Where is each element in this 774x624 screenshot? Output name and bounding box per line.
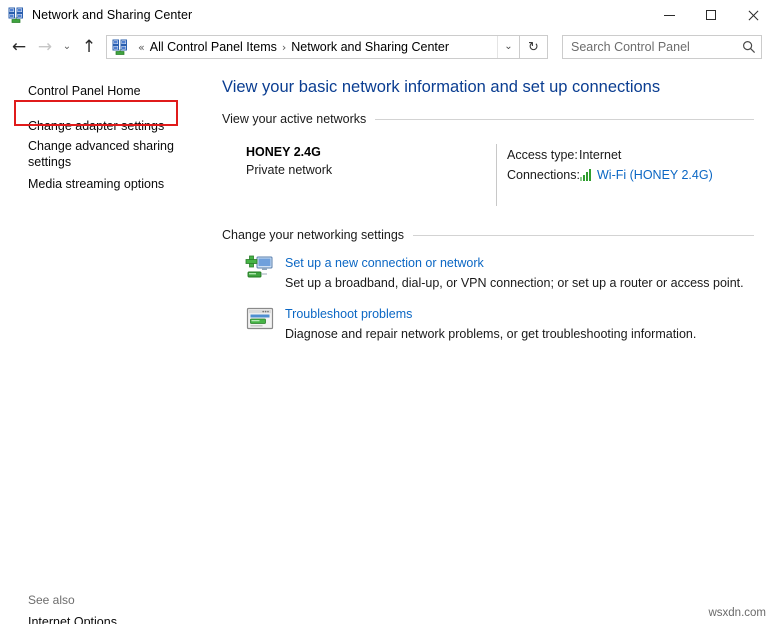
link-set-up-new-connection[interactable]: Set up a new connection or network bbox=[285, 255, 744, 272]
active-networks-section-header: View your active networks bbox=[222, 112, 754, 126]
access-type-value: Internet bbox=[579, 148, 622, 162]
troubleshoot-icon bbox=[244, 305, 276, 337]
access-type-label: Access type: bbox=[507, 148, 578, 162]
forward-button[interactable]: → bbox=[32, 34, 58, 60]
address-network-icon bbox=[112, 39, 128, 55]
setting-text-troubleshoot: Troubleshoot problems Diagnose and repai… bbox=[285, 304, 696, 344]
back-button[interactable]: ← bbox=[6, 34, 32, 60]
breadcrumb-network-and-sharing-center[interactable]: Network and Sharing Center bbox=[291, 40, 449, 54]
active-network-row: HONEY 2.4G Private network Access type: … bbox=[222, 144, 754, 206]
section-divider bbox=[413, 234, 754, 236]
sidebar-item-control-panel-home[interactable]: Control Panel Home bbox=[0, 80, 215, 102]
networking-settings-title: Change your networking settings bbox=[222, 228, 405, 242]
networking-settings-list: Set up a new connection or network Set u… bbox=[222, 253, 754, 344]
breadcrumb-separator[interactable]: › bbox=[277, 41, 291, 54]
address-toolbar: ← → ⌄ ↑ « All Control Panel Items › Netw… bbox=[0, 30, 774, 64]
minimize-icon bbox=[663, 14, 675, 16]
vertical-divider bbox=[496, 144, 497, 206]
sidebar-item-change-adapter-settings[interactable]: Change adapter settings bbox=[0, 115, 215, 137]
wifi-signal-icon bbox=[580, 169, 592, 181]
up-button[interactable]: ↑ bbox=[76, 34, 102, 60]
refresh-button[interactable]: ↻ bbox=[520, 35, 548, 59]
window-controls bbox=[648, 0, 774, 30]
section-divider bbox=[375, 118, 754, 120]
page-title: View your basic network information and … bbox=[222, 78, 661, 96]
close-icon bbox=[747, 9, 759, 21]
setting-item-troubleshoot[interactable]: Troubleshoot problems Diagnose and repai… bbox=[222, 304, 754, 344]
recent-locations-button[interactable]: ⌄ bbox=[58, 34, 76, 60]
maximize-icon bbox=[706, 10, 716, 20]
new-connection-icon bbox=[244, 254, 276, 286]
networking-settings-section-header: Change your networking settings bbox=[222, 228, 754, 242]
address-dropdown-icon[interactable]: ⌄ bbox=[497, 36, 519, 58]
see-also-section: See also Internet Options Windows Defend… bbox=[0, 592, 215, 624]
close-button[interactable] bbox=[732, 0, 774, 30]
active-network-identity: HONEY 2.4G Private network bbox=[222, 144, 496, 206]
setting-text-new-connection: Set up a new connection or network Set u… bbox=[285, 253, 744, 293]
watermark: wsxdn.com bbox=[708, 607, 766, 619]
active-networks-title: View your active networks bbox=[222, 112, 367, 126]
search-icon bbox=[737, 40, 761, 54]
maximize-button[interactable] bbox=[690, 0, 732, 30]
minimize-button[interactable] bbox=[648, 0, 690, 30]
connections-row: Connections: Wi-Fi (HONEY 2.4G) bbox=[507, 165, 754, 185]
see-also-title: See also bbox=[28, 593, 75, 607]
address-bar[interactable]: « All Control Panel Items › Network and … bbox=[106, 35, 520, 59]
search-input[interactable] bbox=[563, 40, 737, 54]
network-sharing-icon bbox=[8, 7, 24, 23]
sidebar-item-change-advanced-sharing-settings[interactable]: Change advanced sharing settings bbox=[0, 137, 215, 173]
sidebar: Control Panel Home Change adapter settin… bbox=[0, 64, 215, 624]
title-bar: Network and Sharing Center bbox=[0, 0, 774, 30]
connections-label: Connections: bbox=[507, 168, 580, 182]
link-troubleshoot-problems[interactable]: Troubleshoot problems bbox=[285, 306, 696, 323]
network-profile-type: Private network bbox=[246, 163, 333, 177]
main-pane: View your basic network information and … bbox=[215, 64, 774, 624]
network-name: HONEY 2.4G bbox=[246, 145, 321, 159]
sidebar-item-media-streaming-options[interactable]: Media streaming options bbox=[0, 173, 215, 195]
access-type-row: Access type: Internet bbox=[507, 145, 754, 165]
connection-link-wifi[interactable]: Wi-Fi (HONEY 2.4G) bbox=[597, 165, 713, 185]
desc-troubleshoot-problems: Diagnose and repair network problems, or… bbox=[285, 327, 697, 341]
active-network-details: Access type: Internet Connections: Wi-Fi… bbox=[507, 144, 754, 206]
desc-set-up-new-connection: Set up a broadband, dial-up, or VPN conn… bbox=[285, 276, 744, 290]
content-area: Control Panel Home Change adapter settin… bbox=[0, 64, 774, 624]
breadcrumb-all-control-panel-items[interactable]: All Control Panel Items bbox=[150, 40, 277, 54]
setting-item-new-connection[interactable]: Set up a new connection or network Set u… bbox=[222, 253, 754, 293]
sidebar-item-internet-options[interactable]: Internet Options bbox=[0, 608, 215, 624]
refresh-icon: ↻ bbox=[528, 39, 539, 55]
breadcrumb-overflow[interactable]: « bbox=[133, 41, 150, 54]
window-title: Network and Sharing Center bbox=[32, 8, 193, 22]
search-box[interactable] bbox=[562, 35, 762, 59]
